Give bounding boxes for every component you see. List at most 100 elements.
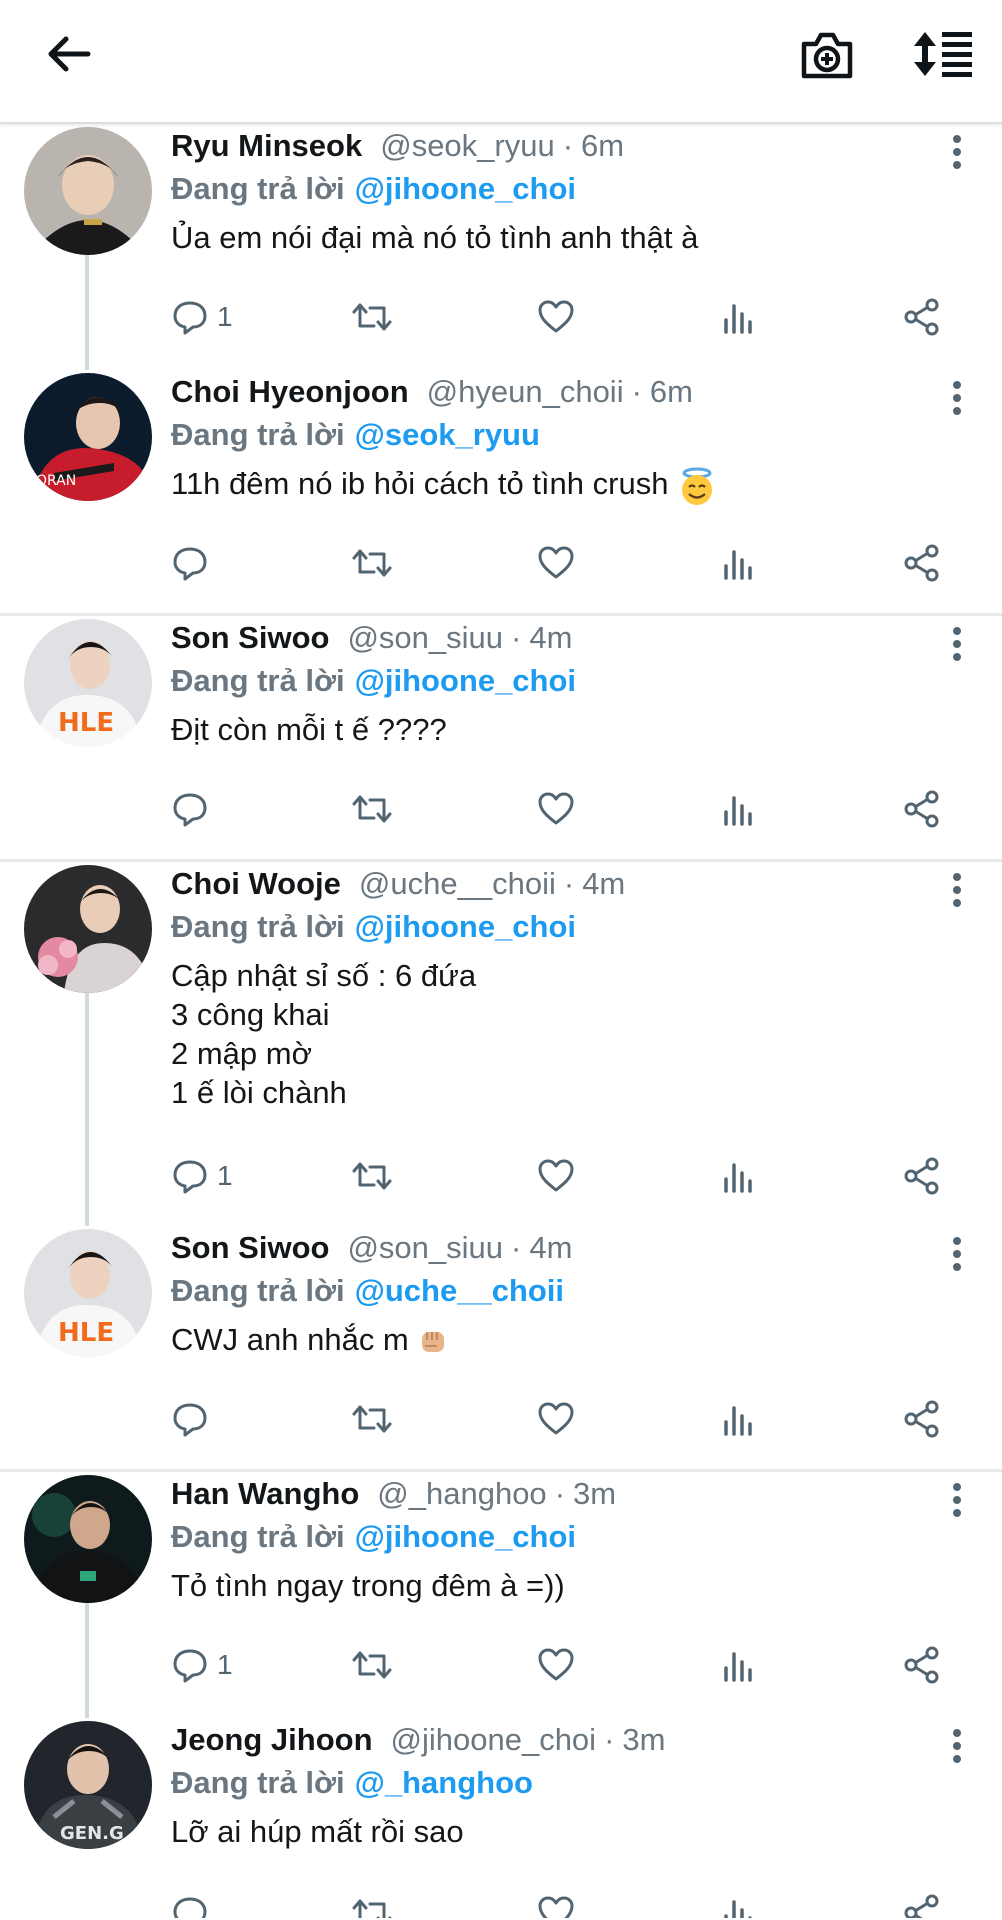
like-button[interactable] <box>537 538 575 588</box>
author-handle[interactable]: @son_siuu <box>347 620 503 656</box>
author-name[interactable]: Choi Hyeonjoon <box>171 374 409 410</box>
author-name[interactable]: Son Siwoo <box>171 1230 329 1266</box>
replying-to-handle[interactable]: @jihoone_choi <box>355 663 576 699</box>
timestamp[interactable]: 4m <box>529 1230 572 1266</box>
views-button[interactable] <box>719 1151 757 1201</box>
reply-button[interactable]: 1 <box>171 292 233 342</box>
tweet[interactable]: HLE Son Siwoo @son_siuu · 4m Đang trả lờ… <box>0 1226 1002 1472</box>
author-handle[interactable]: @son_siuu <box>347 1230 503 1266</box>
share-button[interactable] <box>903 1888 941 1918</box>
replying-to-handle[interactable]: @jihoone_choi <box>355 171 576 207</box>
avatar[interactable] <box>24 1475 152 1603</box>
share-button[interactable] <box>903 1640 941 1690</box>
replying-to-handle[interactable]: @_hanghoo <box>355 1765 533 1801</box>
reply-button[interactable] <box>171 784 217 834</box>
like-button[interactable] <box>537 1640 575 1690</box>
views-button[interactable] <box>719 1640 757 1690</box>
like-button[interactable] <box>537 1394 575 1444</box>
more-options-icon[interactable] <box>950 134 964 170</box>
author-handle[interactable]: @jihoone_choi <box>391 1722 597 1758</box>
views-button[interactable] <box>719 1394 757 1444</box>
more-options-icon[interactable] <box>950 380 964 416</box>
replying-to-label: Đang trả lời <box>171 417 345 452</box>
more-options-icon[interactable] <box>950 1236 964 1272</box>
reply-button[interactable]: 1 <box>171 1151 233 1201</box>
more-options-icon[interactable] <box>950 872 964 908</box>
retweet-button[interactable] <box>351 292 393 342</box>
timestamp[interactable]: 4m <box>529 620 572 656</box>
share-button[interactable] <box>903 292 941 342</box>
views-button[interactable] <box>719 538 757 588</box>
author-name[interactable]: Jeong Jihoon <box>171 1722 373 1758</box>
retweet-button[interactable] <box>351 538 393 588</box>
avatar[interactable]: ORAN <box>24 373 152 501</box>
share-button[interactable] <box>903 784 941 834</box>
avatar[interactable] <box>24 127 152 255</box>
views-button[interactable] <box>719 784 757 834</box>
replying-to: Đang trả lời @jihoone_choi <box>171 660 972 702</box>
author-handle[interactable]: @uche__choii <box>359 866 556 902</box>
replying-to-handle[interactable]: @jihoone_choi <box>355 909 576 945</box>
retweet-button[interactable] <box>351 1151 393 1201</box>
author-handle[interactable]: @_hanghoo <box>377 1476 546 1512</box>
author-name[interactable]: Choi Wooje <box>171 866 341 902</box>
tweet[interactable]: Choi Wooje @uche__choii · 4m Đang trả lờ… <box>0 862 1002 1226</box>
tweet[interactable]: Ryu Minseok @seok_ryuu · 6m Đang trả lời… <box>0 124 1002 370</box>
tweet-text: Cập nhật sỉ số : 6 đứa 3 công khai 2 mập… <box>171 956 972 1112</box>
reply-button[interactable] <box>171 1888 217 1918</box>
retweet-button[interactable] <box>351 784 393 834</box>
retweet-icon <box>352 303 392 331</box>
author-handle[interactable]: @hyeun_choii <box>427 374 624 410</box>
retweet-icon <box>352 1405 392 1433</box>
like-button[interactable] <box>537 784 575 834</box>
more-options-icon[interactable] <box>950 1482 964 1518</box>
replying-to: Đang trả lời @jihoone_choi <box>171 906 972 948</box>
replying-to-handle[interactable]: @jihoone_choi <box>355 1519 576 1555</box>
views-button[interactable] <box>719 1888 757 1918</box>
timestamp[interactable]: 6m <box>650 374 693 410</box>
timestamp[interactable]: 6m <box>581 128 624 164</box>
camera-plus-icon[interactable] <box>798 28 856 82</box>
reply-count: 1 <box>217 301 233 332</box>
timestamp[interactable]: 4m <box>582 866 625 902</box>
timestamp[interactable]: 3m <box>622 1722 665 1758</box>
author-name[interactable]: Ryu Minseok <box>171 128 362 164</box>
separator-dot: · <box>562 128 574 163</box>
like-button[interactable] <box>537 292 575 342</box>
retweet-button[interactable] <box>351 1640 393 1690</box>
more-options-icon[interactable] <box>950 626 964 662</box>
avatar[interactable]: GEN.G <box>24 1721 152 1849</box>
replying-to-handle[interactable]: @uche__choii <box>355 1273 564 1309</box>
tweet[interactable]: HLE Son Siwoo @son_siuu · 4m Đang trả lờ… <box>0 616 1002 862</box>
tweet-content: Choi Wooje @uche__choii · 4m Đang trả lờ… <box>171 862 972 1112</box>
reply-button[interactable] <box>171 1394 217 1444</box>
avatar[interactable]: HLE <box>24 619 152 747</box>
author-name[interactable]: Son Siwoo <box>171 620 329 656</box>
sort-icon[interactable] <box>912 28 974 80</box>
share-button[interactable] <box>903 538 941 588</box>
reply-button[interactable]: 1 <box>171 1640 233 1690</box>
share-button[interactable] <box>903 1151 941 1201</box>
separator-dot: · <box>511 1230 522 1265</box>
replying-to: Đang trả lời @jihoone_choi <box>171 1516 972 1558</box>
reply-button[interactable] <box>171 538 217 588</box>
author-handle[interactable]: @seok_ryuu <box>380 128 555 164</box>
timestamp[interactable]: 3m <box>573 1476 616 1512</box>
replying-to-handle[interactable]: @seok_ryuu <box>355 417 540 453</box>
arrow-left-icon[interactable] <box>44 30 92 78</box>
share-icon <box>904 790 939 828</box>
tweet[interactable]: ORAN Choi Hyeonjoon @hyeun_choii · 6m Đa… <box>0 370 1002 616</box>
retweet-button[interactable] <box>351 1394 393 1444</box>
like-button[interactable] <box>537 1151 575 1201</box>
views-button[interactable] <box>719 292 757 342</box>
avatar[interactable]: HLE <box>24 1229 152 1357</box>
retweet-button[interactable] <box>351 1888 393 1918</box>
tweet[interactable]: GEN.G Jeong Jihoon @jihoone_choi · 3m Đa… <box>0 1718 1002 1918</box>
reply-count: 1 <box>217 1160 233 1191</box>
more-options-icon[interactable] <box>950 1728 964 1764</box>
like-button[interactable] <box>537 1888 575 1918</box>
share-button[interactable] <box>903 1394 941 1444</box>
author-name[interactable]: Han Wangho <box>171 1476 359 1512</box>
avatar[interactable] <box>24 865 152 993</box>
tweet[interactable]: Han Wangho @_hanghoo · 3m Đang trả lời @… <box>0 1472 1002 1718</box>
